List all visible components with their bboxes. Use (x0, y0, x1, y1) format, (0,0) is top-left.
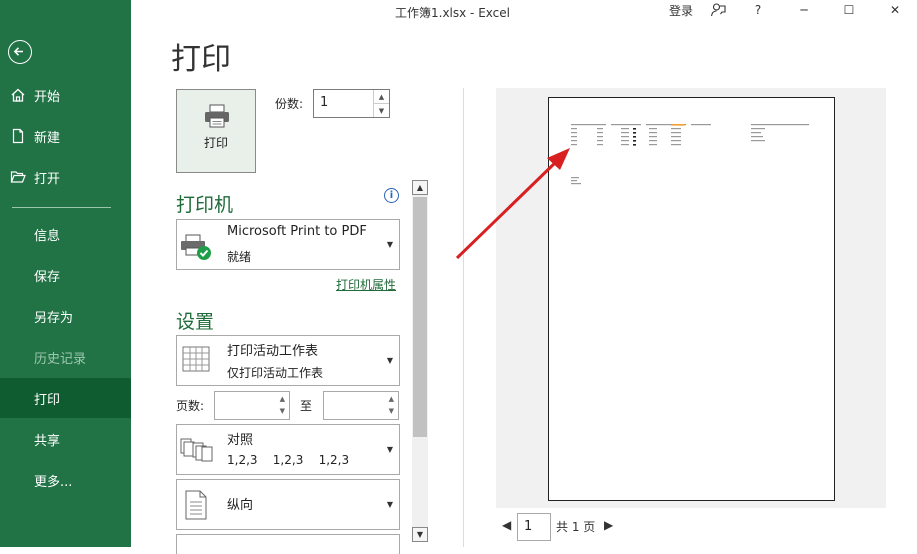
sidebar-item-label: 开始 (34, 89, 61, 105)
printer-name: Microsoft Print to PDF (227, 224, 367, 239)
page-total-label: 共 1 页 (556, 520, 596, 534)
spin-down-icon[interactable]: ▼ (280, 407, 285, 415)
backstage-sidebar: 开始 新建 打开 信息 保存 另存为 历史记录 打印 共享 更多... (0, 0, 131, 547)
chevron-down-icon: ▼ (386, 500, 393, 509)
spin-down-icon[interactable]: ▼ (389, 407, 394, 415)
spin-up-icon[interactable]: ▲ (389, 395, 394, 403)
portrait-page-icon (185, 490, 207, 524)
collate-dropdown[interactable]: 对照 1,2,3 1,2,3 1,2,3 ▼ (176, 424, 400, 475)
scroll-up-icon[interactable]: ▲ (412, 180, 428, 195)
sidebar-item-history: 历史记录 (0, 337, 131, 377)
orientation-dropdown[interactable]: 纵向 ▼ (176, 479, 400, 530)
next-setting-dropdown[interactable] (176, 534, 400, 554)
sidebar-item-save-as[interactable]: 另存为 (0, 296, 131, 336)
collate-desc: 1,2,3 1,2,3 1,2,3 (227, 453, 350, 467)
preview-page (548, 97, 835, 501)
sidebar-item-label: 历史记录 (34, 351, 87, 367)
back-arrow-icon[interactable] (8, 40, 32, 64)
help-icon[interactable]: ? (748, 0, 768, 20)
page-title: 打印 (171, 42, 231, 77)
preview-thumbnail-content (571, 124, 809, 185)
sidebar-item-print[interactable]: 打印 (0, 378, 131, 418)
sidebar-item-label: 打开 (34, 171, 61, 187)
copies-value: 1 (320, 95, 329, 110)
new-file-icon (10, 128, 26, 144)
sidebar-item-label: 更多... (34, 474, 73, 490)
scroll-down-icon[interactable]: ▼ (412, 527, 428, 542)
sidebar-item-save[interactable]: 保存 (0, 255, 131, 295)
printer-properties-link[interactable]: 打印机属性 (336, 276, 396, 293)
open-folder-icon (10, 169, 26, 185)
worksheet-grid-icon (182, 346, 212, 380)
home-icon (10, 87, 26, 103)
sidebar-divider (12, 207, 111, 208)
print-button[interactable]: 打印 (176, 89, 256, 173)
window-title: 工作簿1.xlsx - Excel (395, 6, 510, 20)
sidebar-item-info[interactable]: 信息 (0, 214, 131, 254)
scrollbar-thumb[interactable] (413, 197, 427, 437)
info-icon[interactable]: i (384, 188, 399, 203)
pages-label: 页数: (176, 399, 205, 413)
sidebar-item-share[interactable]: 共享 (0, 419, 131, 459)
printer-icon (203, 104, 231, 132)
feedback-icon[interactable] (706, 0, 730, 20)
spin-up-icon[interactable]: ▲ (373, 90, 389, 104)
sidebar-item-label: 信息 (34, 228, 61, 244)
sidebar-item-label: 新建 (34, 130, 61, 146)
print-what-desc: 仅打印活动工作表 (227, 366, 324, 380)
sidebar-item-label: 打印 (34, 392, 61, 408)
print-what-dropdown[interactable]: 打印活动工作表 仅打印活动工作表 ▼ (176, 335, 400, 386)
printer-status: 就绪 (227, 250, 252, 264)
pages-to-label: 至 (300, 399, 313, 413)
close-button[interactable]: ✕ (883, 0, 907, 20)
print-what-value: 打印活动工作表 (227, 344, 319, 359)
maximize-button[interactable]: ☐ (837, 0, 861, 20)
spin-down-icon[interactable]: ▼ (373, 104, 389, 117)
sidebar-item-new[interactable]: 新建 (0, 116, 131, 156)
sidebar-item-label: 保存 (34, 269, 61, 285)
prev-page-icon[interactable]: ◀ (502, 518, 511, 532)
chevron-down-icon: ▼ (386, 445, 393, 454)
sidebar-item-open[interactable]: 打开 (0, 157, 131, 197)
next-page-icon[interactable]: ▶ (604, 518, 613, 532)
pages-from-input[interactable]: ▲ ▼ (214, 391, 290, 420)
print-button-label: 打印 (203, 136, 228, 150)
collate-icon (180, 438, 214, 468)
login-link[interactable]: 登录 (666, 0, 696, 20)
annotation-arrow (455, 148, 570, 260)
copies-label: 份数: (275, 97, 304, 111)
chevron-down-icon: ▼ (386, 356, 393, 365)
settings-scrollbar[interactable]: ▲ ▼ (412, 180, 428, 542)
spin-up-icon[interactable]: ▲ (280, 395, 285, 403)
chevron-down-icon: ▼ (386, 240, 393, 249)
collate-value: 对照 (227, 433, 254, 448)
settings-section-title: 设置 (176, 311, 215, 333)
printer-ready-icon (180, 232, 214, 266)
sidebar-item-home[interactable]: 开始 (0, 75, 131, 115)
printer-section-title: 打印机 (176, 194, 234, 216)
printer-dropdown[interactable]: Microsoft Print to PDF 就绪 ▼ (176, 219, 400, 270)
pages-to-input[interactable]: ▲ ▼ (323, 391, 399, 420)
orientation-value: 纵向 (227, 498, 254, 513)
minimize-button[interactable]: ─ (792, 0, 816, 20)
sidebar-item-label: 共享 (34, 433, 61, 449)
page-number-value: 1 (524, 519, 533, 534)
sidebar-item-more[interactable]: 更多... (0, 460, 131, 500)
page-number-input[interactable]: 1 (517, 513, 551, 541)
sidebar-item-label: 另存为 (34, 310, 74, 326)
copies-stepper[interactable]: 1 ▲ ▼ (313, 89, 390, 118)
